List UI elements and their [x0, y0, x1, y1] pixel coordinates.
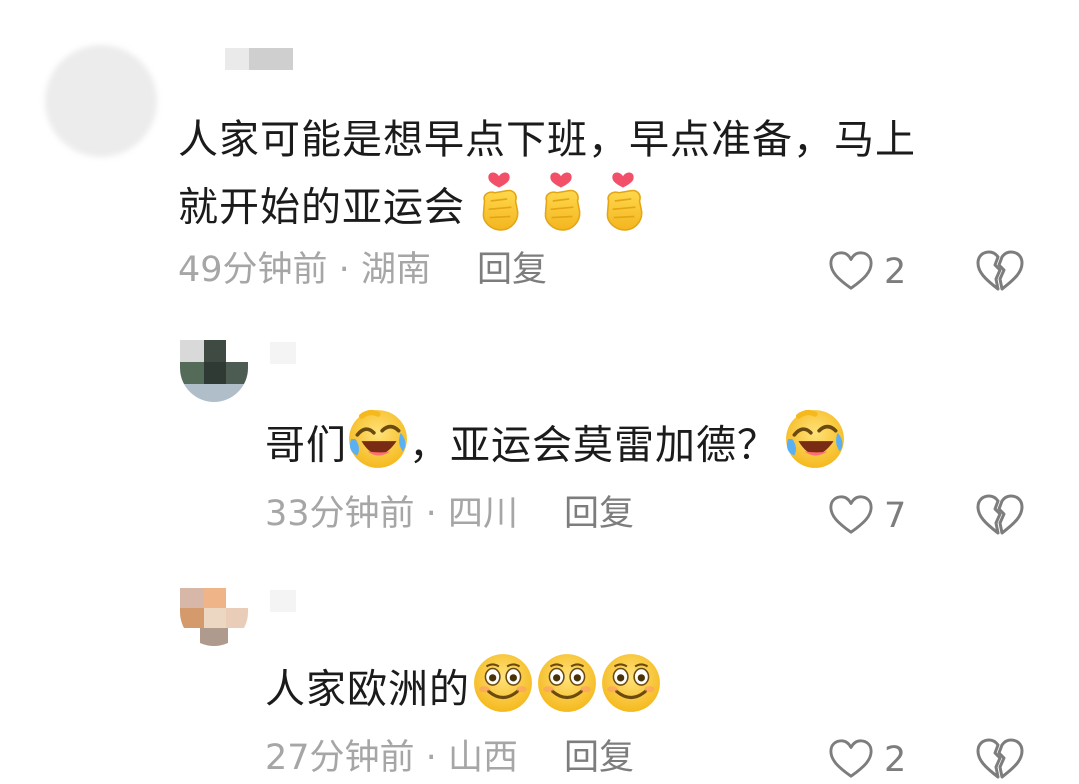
like-count: 2	[884, 740, 907, 780]
heart-icon	[828, 492, 874, 540]
avatar[interactable]	[180, 340, 248, 402]
broken-heart-icon	[976, 738, 1024, 784]
username[interactable]	[225, 48, 293, 70]
like-button[interactable]: 2	[828, 736, 906, 784]
comment-meta: 49分钟前 · 湖南 回复	[178, 250, 547, 290]
meta-separator: ·	[327, 250, 361, 290]
comment-text: 人家可能是想早点下班，早点准备，马上	[178, 110, 916, 170]
comment-text-line1: 人家可能是想早点下班，早点准备，马上	[178, 117, 916, 163]
rofl-icon	[784, 408, 846, 487]
avatar[interactable]	[45, 45, 157, 157]
finger-heart-icon	[471, 170, 527, 249]
reply-button[interactable]: 回复	[564, 738, 634, 778]
reply-button[interactable]: 回复	[477, 250, 547, 290]
username[interactable]	[270, 342, 296, 364]
finger-heart-icon	[595, 170, 651, 249]
comment-time: 33分钟前	[265, 494, 415, 534]
finger-heart-icon	[533, 170, 589, 249]
rofl-icon	[347, 408, 409, 487]
smile-icon	[536, 652, 598, 731]
smile-icon	[472, 652, 534, 731]
heart-icon	[828, 248, 874, 296]
username[interactable]	[270, 590, 296, 612]
like-button[interactable]: 2	[828, 248, 906, 296]
broken-heart-icon	[976, 494, 1024, 540]
dislike-button[interactable]	[976, 248, 1024, 296]
like-count: 7	[884, 496, 907, 536]
comment-text-line2: 就开始的亚运会	[178, 170, 651, 249]
meta-separator: ·	[414, 494, 448, 534]
avatar[interactable]	[180, 588, 248, 646]
broken-heart-icon	[976, 250, 1024, 296]
comment-location: 湖南	[360, 250, 431, 290]
reply-button[interactable]: 回复	[564, 494, 634, 534]
heart-icon	[828, 736, 874, 784]
smile-icon	[600, 652, 662, 731]
dislike-button[interactable]	[976, 736, 1024, 784]
comment-meta: 33分钟前 · 四川 回复	[265, 494, 634, 534]
comment-text: 哥们 ，亚运会莫雷加德？	[265, 408, 846, 487]
dislike-button[interactable]	[976, 492, 1024, 540]
comment-location: 四川	[447, 494, 518, 534]
meta-separator: ·	[414, 738, 448, 778]
comment-location: 山西	[447, 738, 518, 778]
comment-text: 人家欧洲的	[265, 652, 662, 731]
comment-meta: 27分钟前 · 山西 回复	[265, 738, 634, 778]
like-button[interactable]: 7	[828, 492, 906, 540]
like-count: 2	[884, 252, 907, 292]
comment-time: 27分钟前	[265, 738, 415, 778]
comment-time: 49分钟前	[178, 250, 328, 290]
